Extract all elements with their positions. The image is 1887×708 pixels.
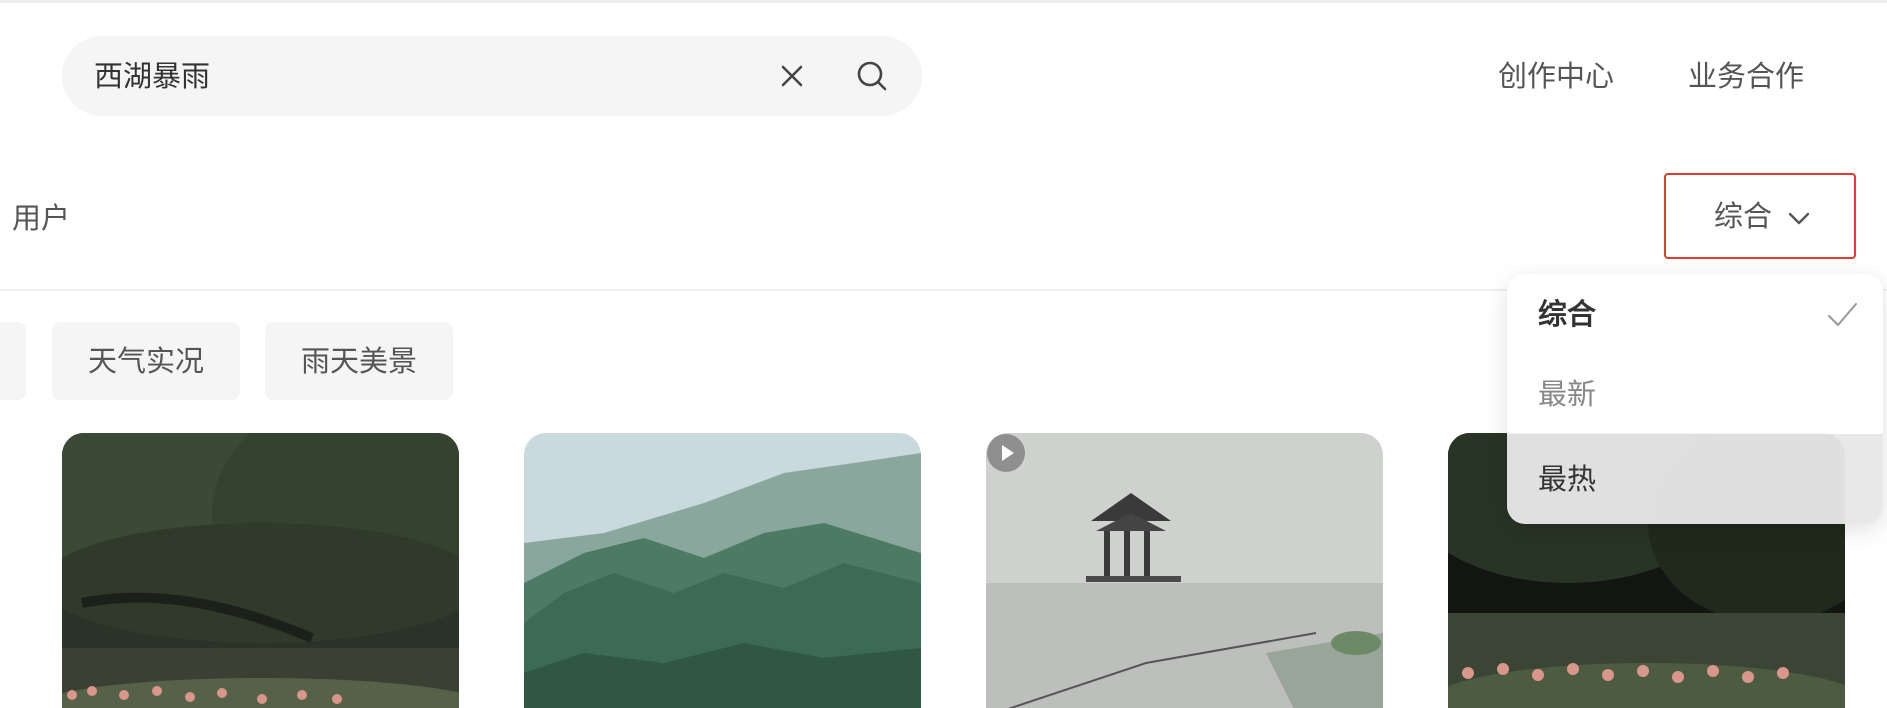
- sort-option-comprehensive[interactable]: 综合: [1507, 274, 1883, 354]
- result-card[interactable]: [524, 433, 921, 708]
- tab-user[interactable]: 用户: [12, 196, 70, 240]
- business-cooperation-link[interactable]: 业务合作: [1688, 50, 1804, 102]
- sort-selected-label: 综合: [1714, 199, 1773, 233]
- sort-option-hottest[interactable]: 最热: [1507, 434, 1883, 524]
- search-results-page: 西湖暴雨 创作中心 业务合作 用户 综合 天气实况 雨天美景 综合 最新 最热: [0, 0, 1887, 708]
- sort-dropdown-menu: 综合 最新 最热: [1507, 274, 1883, 524]
- creator-center-link[interactable]: 创作中心: [1498, 50, 1614, 102]
- card-image: [986, 433, 1383, 708]
- tag-chip-partial[interactable]: [0, 322, 26, 400]
- search-icon[interactable]: [854, 58, 890, 94]
- card-image: [524, 433, 921, 708]
- chevron-down-icon: [1788, 212, 1810, 225]
- search-input[interactable]: 西湖暴雨: [94, 36, 210, 116]
- sort-option-label: 综合: [1538, 297, 1597, 331]
- tag-chip-weather[interactable]: 天气实况: [52, 322, 240, 400]
- card-image: [62, 433, 459, 708]
- result-card[interactable]: [986, 433, 1383, 708]
- check-icon: [1828, 303, 1857, 326]
- sort-option-label: 最新: [1538, 377, 1597, 411]
- result-card[interactable]: [62, 433, 459, 708]
- sort-dropdown-button[interactable]: 综合: [1664, 173, 1856, 259]
- top-divider: [0, 0, 1887, 3]
- play-icon: [987, 434, 1025, 472]
- close-icon[interactable]: [774, 58, 810, 94]
- sort-option-label: 最热: [1538, 462, 1597, 496]
- search-bar[interactable]: 西湖暴雨: [62, 36, 922, 116]
- tag-chip-rainy-scenery[interactable]: 雨天美景: [265, 322, 453, 400]
- sort-option-latest[interactable]: 最新: [1507, 354, 1883, 434]
